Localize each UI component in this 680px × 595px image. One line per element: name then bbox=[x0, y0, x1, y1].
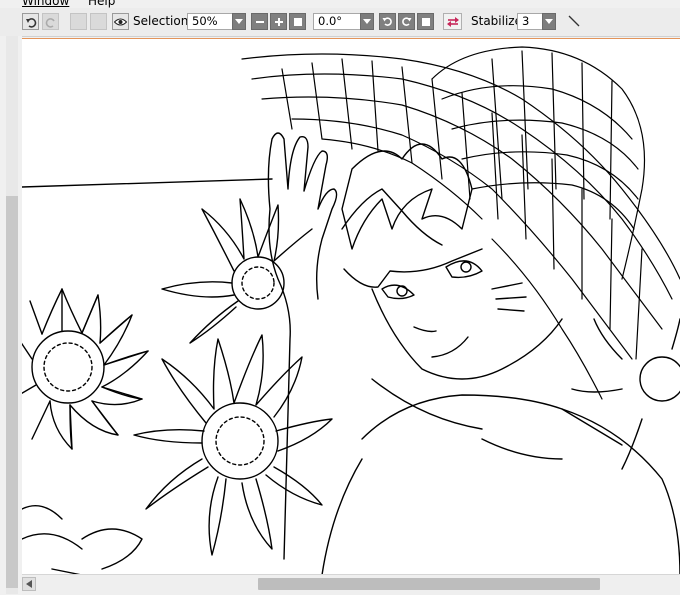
chevron-down-icon bbox=[235, 19, 243, 24]
stabilizer-dropdown-button[interactable] bbox=[542, 13, 556, 30]
flip-horizontal-icon bbox=[446, 16, 459, 27]
plus-icon bbox=[274, 17, 283, 26]
rotation-reset-button[interactable] bbox=[417, 13, 434, 30]
zoom-combo[interactable]: 50% bbox=[187, 13, 233, 30]
rotation-combo[interactable]: 0.0° bbox=[313, 13, 361, 30]
face bbox=[341, 188, 563, 380]
selection-visibility-toggle[interactable] bbox=[112, 13, 129, 30]
chevron-down-icon bbox=[363, 19, 371, 24]
rotate-right-icon bbox=[402, 17, 412, 26]
pen-line-icon bbox=[568, 15, 580, 27]
rotate-left-button[interactable] bbox=[379, 13, 396, 30]
redo-icon bbox=[45, 17, 55, 28]
selection-label: Selection bbox=[133, 14, 189, 28]
rotate-right-button[interactable] bbox=[398, 13, 415, 30]
menu-help[interactable]: Help bbox=[88, 0, 115, 8]
zoom-in-button[interactable] bbox=[270, 13, 287, 30]
raised-hand bbox=[267, 132, 338, 560]
leaves-bottom-left bbox=[22, 505, 143, 575]
horizon-line bbox=[22, 178, 273, 188]
sunflower-left bbox=[22, 288, 149, 450]
pen-mode-button[interactable] bbox=[566, 13, 584, 30]
zoom-out-button[interactable] bbox=[251, 13, 268, 30]
rotation-dropdown-button[interactable] bbox=[360, 13, 374, 30]
menu-bar: Window Help bbox=[0, 0, 680, 8]
horizontal-scrollbar-thumb[interactable] bbox=[258, 578, 600, 590]
undo-button[interactable] bbox=[22, 13, 39, 30]
square-icon bbox=[421, 17, 430, 26]
chevron-left-icon bbox=[26, 580, 32, 588]
toolbar: Selection 50% 0.0° Stabilizer 3 bbox=[0, 8, 680, 37]
vertical-scrollbar-thumb[interactable] bbox=[6, 196, 18, 588]
rotate-left-icon bbox=[382, 17, 392, 26]
redo-button[interactable] bbox=[42, 13, 59, 30]
straw-hat-crown bbox=[431, 46, 646, 280]
hair-bangs bbox=[341, 143, 473, 250]
flip-horizontal-button[interactable] bbox=[443, 13, 462, 30]
scroll-left-button[interactable] bbox=[22, 577, 36, 591]
square-icon bbox=[293, 17, 302, 26]
zoom-dropdown-button[interactable] bbox=[232, 13, 246, 30]
left-panel-edge bbox=[0, 36, 22, 594]
disabled-tool-button-1[interactable] bbox=[70, 13, 87, 30]
chevron-down-icon bbox=[545, 19, 553, 24]
menu-window[interactable]: Window bbox=[22, 0, 69, 8]
shirt-shoulder bbox=[321, 378, 680, 575]
sunflower-middle-bottom bbox=[133, 334, 333, 556]
drawing-canvas[interactable] bbox=[22, 38, 680, 575]
disabled-tool-button-2[interactable] bbox=[90, 13, 107, 30]
minus-icon bbox=[255, 20, 264, 23]
eye-icon bbox=[114, 17, 127, 26]
line-art-illustration bbox=[22, 46, 680, 575]
horizontal-scrollbar[interactable] bbox=[22, 574, 680, 595]
zoom-reset-button[interactable] bbox=[289, 13, 306, 30]
undo-icon bbox=[25, 17, 36, 28]
stabilizer-combo[interactable]: 3 bbox=[517, 13, 543, 30]
straw-hat-brim bbox=[241, 53, 680, 400]
sunflower-right bbox=[571, 318, 680, 470]
